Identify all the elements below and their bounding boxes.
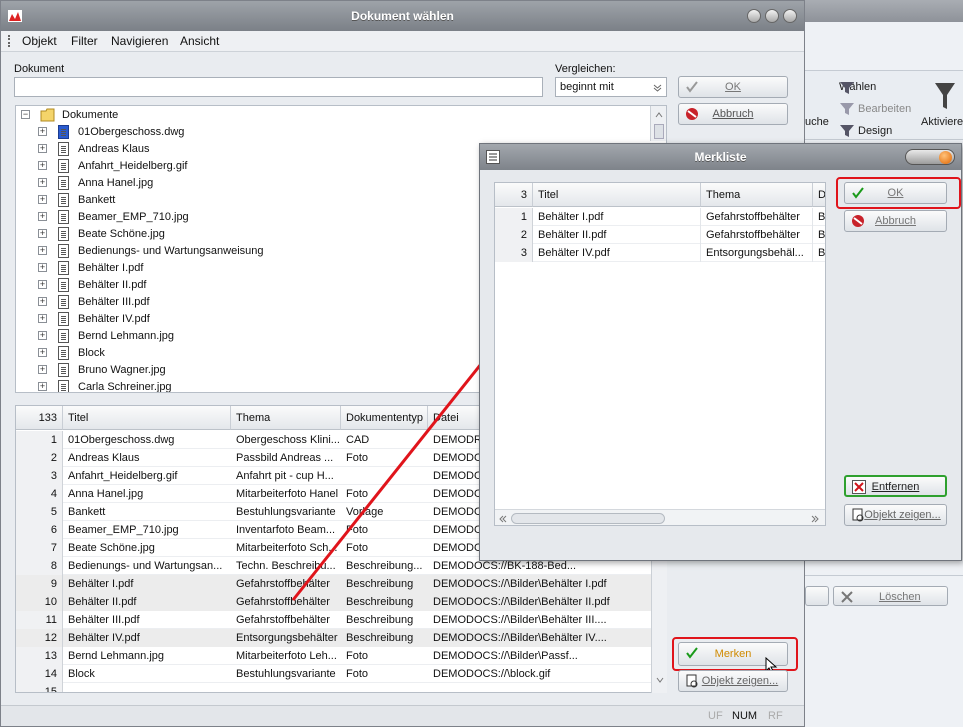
- merkliste-count: 3: [495, 183, 533, 207]
- merkliste-header-titel[interactable]: Titel: [533, 183, 701, 207]
- merkliste-row[interactable]: 3 Behälter IV.pdf Entsorgungsbehäl... B: [495, 244, 825, 262]
- remove-icon: [852, 480, 866, 494]
- objekt-zeigen-button-merkliste[interactable]: Objekt zeigen...: [844, 504, 947, 526]
- window-controls: [905, 149, 955, 165]
- cell-titel: Behälter II.pdf: [533, 226, 701, 244]
- ok-highlight: [836, 177, 961, 209]
- merkliste-titlebar[interactable]: Merkliste: [480, 144, 961, 170]
- entfernen-button[interactable]: Entfernen: [844, 475, 947, 497]
- cell-d: B: [813, 244, 825, 262]
- merkliste-header-d[interactable]: D: [813, 183, 825, 207]
- cell-thema: Entsorgungsbehäl...: [701, 244, 813, 262]
- cell-d: B: [813, 226, 825, 244]
- merkliste-window: Merkliste 3 Titel Thema D 1 Behälter I.pd…: [479, 143, 962, 561]
- cell-n: 1: [495, 208, 533, 226]
- merkliste-row[interactable]: 1 Behälter I.pdf Gefahrstoffbehälter B: [495, 208, 825, 226]
- scroll-right-icon[interactable]: [811, 515, 819, 523]
- merkliste-hscrollbar[interactable]: [495, 509, 825, 525]
- list-icon: [486, 150, 500, 164]
- scroll-left-icon[interactable]: [499, 515, 507, 523]
- show-object-icon: [852, 508, 864, 522]
- cell-n: 2: [495, 226, 533, 244]
- close-button[interactable]: [939, 151, 952, 164]
- cell-titel: Behälter IV.pdf: [533, 244, 701, 262]
- cell-n: 3: [495, 244, 533, 262]
- abbruch-button-merkliste[interactable]: Abbruch: [844, 210, 947, 232]
- cell-titel: Behälter I.pdf: [533, 208, 701, 226]
- cell-thema: Gefahrstoffbehälter: [701, 226, 813, 244]
- cell-thema: Gefahrstoffbehälter: [701, 208, 813, 226]
- merkliste-row[interactable]: 2 Behälter II.pdf Gefahrstoffbehälter B: [495, 226, 825, 244]
- merkliste-grid: 3 Titel Thema D 1 Behälter I.pdf Gefahrsto…: [494, 182, 826, 526]
- cancel-icon: [852, 215, 864, 227]
- scroll-thumb[interactable]: [511, 513, 665, 524]
- merkliste-header-thema[interactable]: Thema: [701, 183, 813, 207]
- merkliste-title: Merkliste: [694, 150, 747, 164]
- cell-d: B: [813, 208, 825, 226]
